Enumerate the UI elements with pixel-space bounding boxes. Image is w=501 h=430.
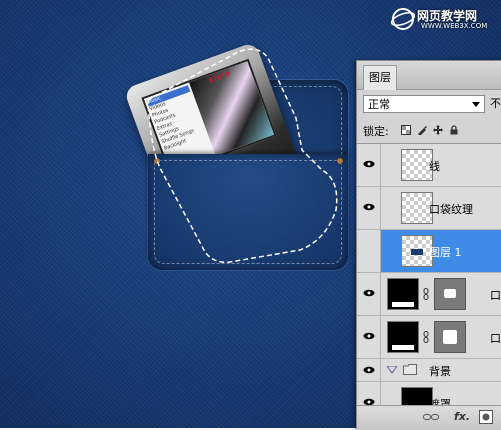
- site-logo-icon: [391, 8, 415, 30]
- layer-mask-thumbnail: [434, 278, 466, 310]
- layer-name: 线: [429, 160, 440, 173]
- layer-visibility-toggle[interactable]: [357, 230, 381, 272]
- blend-mode-select[interactable]: 正常: [363, 95, 485, 113]
- fx-button[interactable]: fx.: [454, 410, 470, 423]
- panel-footer: fx.: [357, 405, 501, 430]
- folder-icon: [403, 364, 417, 375]
- group-name: 背景: [429, 365, 451, 378]
- lock-all-icon[interactable]: [449, 125, 459, 135]
- eye-icon: [363, 203, 375, 211]
- layer-name: 口袋纹理: [429, 203, 473, 216]
- eye-icon: [363, 332, 375, 340]
- layer-visibility-toggle[interactable]: [357, 273, 381, 315]
- link-layers-icon[interactable]: [423, 413, 439, 421]
- layer-mask-thumbnail: [434, 321, 466, 353]
- eye-icon: [363, 160, 375, 168]
- add-mask-icon[interactable]: [479, 410, 493, 424]
- watermark: 网页教学网 WWW.WEB3X.COM: [391, 4, 495, 34]
- layer-row-pocket-texture[interactable]: 口袋纹理: [357, 187, 501, 230]
- layer-row-pocket-a[interactable]: 口: [357, 273, 501, 316]
- layer-thumbnail-strip: [392, 302, 414, 307]
- layer-name: 口: [490, 289, 501, 302]
- layer-name: 图层 1: [429, 246, 462, 259]
- lock-bar: 锁定:: [363, 123, 501, 139]
- layer-thumbnail: [387, 321, 419, 353]
- link-icon[interactable]: [423, 288, 429, 300]
- layer-thumbnail-shape: [411, 249, 423, 255]
- panel-tabbar: 图层: [357, 61, 501, 90]
- watermark-url: WWW.WEB3X.COM: [421, 22, 488, 30]
- layers-list: 线 口袋纹理 图层 1 口 口 背景: [357, 143, 501, 423]
- lock-transparent-icon[interactable]: [401, 125, 411, 135]
- blend-mode-value: 正常: [368, 98, 390, 111]
- link-icon[interactable]: [423, 331, 429, 343]
- eye-icon: [363, 366, 375, 374]
- layer-thumbnail-strip: [392, 345, 414, 350]
- layer-row-line[interactable]: 线: [357, 144, 501, 187]
- layer-visibility-toggle[interactable]: [357, 144, 381, 186]
- layer-row-layer-1[interactable]: 图层 1: [357, 230, 501, 273]
- chevron-down-icon: [472, 102, 480, 107]
- mask-shape: [443, 330, 457, 344]
- lock-move-icon[interactable]: [433, 125, 443, 135]
- layer-group-background[interactable]: 背景: [357, 359, 501, 382]
- eye-icon: [363, 289, 375, 297]
- layer-visibility-toggle[interactable]: [357, 359, 381, 381]
- lock-brush-icon[interactable]: [417, 125, 427, 135]
- expand-triangle-icon[interactable]: [387, 366, 397, 374]
- opacity-label: 不: [490, 97, 501, 110]
- layer-row-pocket-b[interactable]: 口: [357, 316, 501, 359]
- layer-thumbnail: [387, 278, 419, 310]
- layer-visibility-toggle[interactable]: [357, 187, 381, 229]
- mask-shape: [444, 289, 456, 298]
- layer-visibility-toggle[interactable]: [357, 316, 381, 358]
- layer-name: 口: [490, 332, 501, 345]
- tab-layers[interactable]: 图层: [363, 65, 397, 90]
- lock-label: 锁定:: [363, 125, 389, 138]
- layers-panel: 图层 正常 不 锁定: 线 口袋纹理 图层 1 口 口 背景 fx.: [356, 60, 501, 430]
